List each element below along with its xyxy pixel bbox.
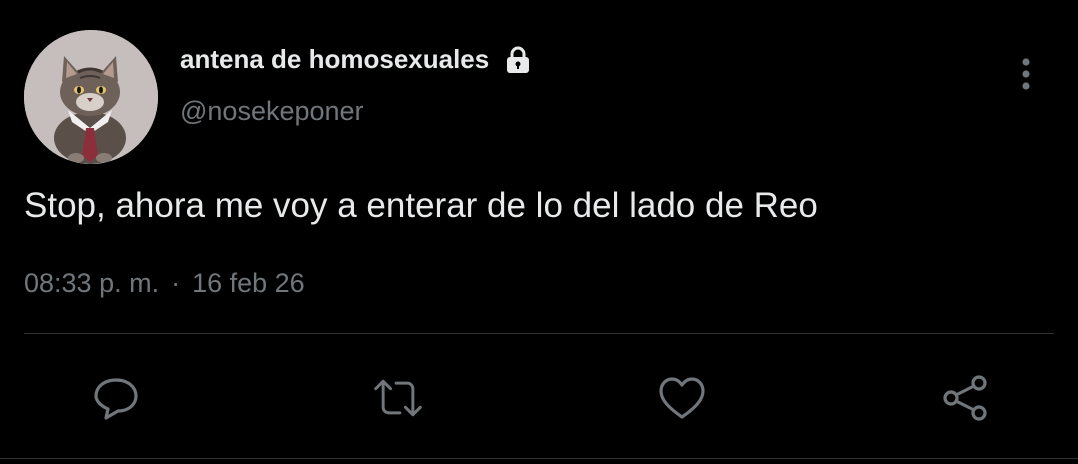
reply-button[interactable] <box>90 372 142 424</box>
lock-icon <box>503 45 533 75</box>
tweet-date: 16 feb 26 <box>192 268 305 298</box>
meta-separator: · <box>171 268 181 298</box>
more-vertical-icon <box>1022 58 1030 90</box>
user-handle[interactable]: @nosekeponer <box>180 96 364 127</box>
retweet-arrows-icon <box>374 379 422 417</box>
share-button[interactable] <box>940 372 992 424</box>
bottom-divider <box>0 458 1078 459</box>
tweet-time: 08:33 p. m. <box>24 268 160 298</box>
cat-avatar-image <box>24 30 158 164</box>
avatar[interactable] <box>24 30 158 164</box>
display-name-text: antena de homosexuales <box>180 44 490 74</box>
more-options-button[interactable] <box>1008 52 1044 96</box>
divider <box>24 333 1054 334</box>
tweet-text: Stop, ahora me voy a enterar de lo del l… <box>24 186 818 225</box>
heart-icon <box>659 377 705 419</box>
tweet-timestamp[interactable]: 08:33 p. m. · 16 feb 26 <box>24 268 305 299</box>
display-name[interactable]: antena de homosexuales <box>180 44 533 75</box>
tweet-detail: antena de homosexuales @nosekeponer Stop… <box>0 0 1078 464</box>
retweet-button[interactable] <box>372 372 424 424</box>
like-button[interactable] <box>656 372 708 424</box>
speech-bubble-icon <box>94 378 138 420</box>
share-nodes-icon <box>943 375 987 421</box>
